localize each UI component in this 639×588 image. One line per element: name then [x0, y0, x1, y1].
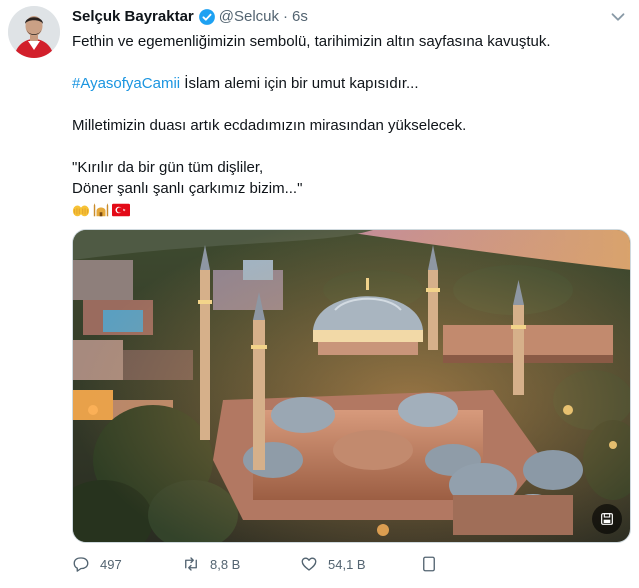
tweet-text: Fethin ve egemenliğimizin sembolü, tarih…	[72, 31, 627, 220]
mosque-icon	[92, 202, 110, 218]
tweet-media-photo[interactable]	[72, 229, 631, 543]
author-handle[interactable]: @Selcuk	[219, 7, 279, 27]
tweet-line-5: Döner şanlı şanlı çarkımız bizim..."	[72, 180, 303, 197]
share-button[interactable]	[420, 555, 460, 573]
author-name[interactable]: Selçuk Bayraktar	[72, 7, 194, 27]
heart-icon	[301, 557, 317, 571]
header-separator: ·	[283, 8, 288, 25]
verified-badge-icon	[198, 8, 216, 26]
tweet-line-1: Fethin ve egemenliğimizin sembolü, tarih…	[72, 33, 551, 50]
retweet-button[interactable]: 8,8 B	[182, 555, 300, 573]
reply-count: 497	[100, 556, 122, 572]
author-avatar[interactable]	[8, 6, 60, 58]
turkey-flag-icon	[112, 202, 130, 218]
tweet-timestamp[interactable]: 6s	[292, 7, 308, 27]
open-hands-icon	[72, 202, 90, 218]
hashtag-link[interactable]: #AyasofyaCamii	[72, 75, 180, 92]
tweet-line-2-rest: İslam alemi için bir umut kapısıdır...	[180, 75, 419, 92]
tweet-line-4: "Kırılır da bir gün tüm dişliler,	[72, 159, 264, 176]
share-icon	[423, 556, 435, 572]
tweet-action-bar: 497 8,8 B 54,1 B	[72, 555, 542, 573]
retweet-icon	[185, 557, 197, 571]
reply-button[interactable]: 497	[72, 555, 182, 573]
emoji-row	[72, 200, 627, 220]
media-save-icon[interactable]	[592, 504, 622, 534]
more-options-chevron-icon[interactable]	[607, 6, 629, 28]
retweet-count: 8,8 B	[210, 556, 241, 572]
like-button[interactable]: 54,1 B	[300, 555, 420, 573]
tweet-line-3: Milletimizin duası artık ecdadımızın mir…	[72, 117, 467, 134]
tweet-line-2: #AyasofyaCamii İslam alemi için bir umut…	[72, 73, 627, 94]
tweet-header: Selçuk Bayraktar @Selcuk · 6s	[72, 7, 308, 27]
reply-icon	[73, 557, 89, 572]
like-count: 54,1 B	[328, 556, 366, 572]
